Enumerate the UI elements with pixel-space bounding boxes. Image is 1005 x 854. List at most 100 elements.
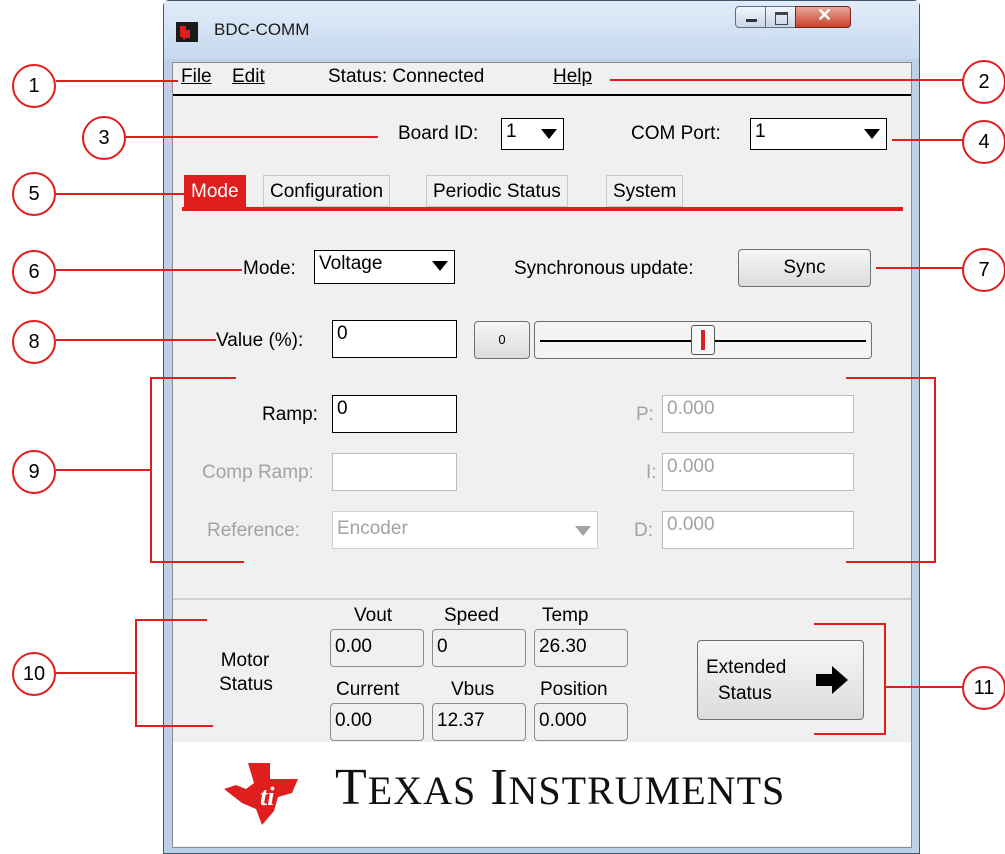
p-value: 0.000	[667, 398, 715, 419]
comp-ramp-input[interactable]	[332, 453, 457, 491]
slider-thumb[interactable]	[691, 325, 715, 355]
texas-instruments-wordmark: TEXAS INSTRUMENTS	[335, 759, 786, 816]
sync-label: Synchronous update:	[514, 258, 694, 279]
speed-label: Speed	[444, 605, 499, 626]
temp-value: 26.30	[539, 636, 587, 657]
callout-line	[150, 377, 236, 379]
ramp-value: 0	[337, 398, 348, 419]
current-value: 0.00	[335, 710, 372, 731]
callout-4: 4	[962, 120, 1005, 164]
chevron-down-icon	[541, 129, 557, 139]
ramp-input[interactable]: 0	[332, 395, 457, 433]
chevron-down-icon	[432, 261, 448, 271]
board-id-value: 1	[506, 121, 517, 142]
vout-value-field: 0.00	[330, 629, 424, 667]
position-value-field: 0.000	[534, 703, 628, 741]
i-input[interactable]: 0.000	[662, 453, 854, 491]
com-port-dropdown[interactable]: 1	[750, 118, 887, 150]
extended-status-button[interactable]: Extended Status	[697, 640, 864, 720]
motor-status-title-2: Status	[219, 674, 273, 695]
value-label: Value (%):	[216, 330, 304, 351]
close-button[interactable]: ✕	[795, 5, 851, 28]
callout-line	[150, 561, 244, 563]
callout-line	[846, 377, 936, 379]
sync-button[interactable]: Sync	[738, 249, 871, 287]
value-input[interactable]: 0	[332, 320, 457, 358]
callout-line	[814, 623, 886, 625]
i-label: I:	[646, 462, 657, 483]
callout-line	[846, 561, 936, 563]
callout-7: 7	[962, 248, 1005, 292]
board-id-dropdown[interactable]: 1	[501, 118, 564, 150]
i-value: 0.000	[667, 456, 715, 477]
callout-1: 1	[12, 64, 56, 108]
vout-value: 0.00	[335, 636, 372, 657]
vbus-label: Vbus	[451, 679, 495, 700]
current-value-field: 0.00	[330, 703, 424, 741]
callout-line	[934, 377, 936, 563]
callout-11: 11	[962, 666, 1005, 710]
speed-value: 0	[437, 636, 448, 657]
motor-status-title-1: Motor	[220, 650, 270, 671]
minimize-button[interactable]	[735, 6, 766, 28]
menu-bar	[173, 63, 911, 93]
callout-2: 2	[962, 60, 1005, 104]
com-port-value: 1	[755, 121, 766, 142]
window-title: BDC-COMM	[214, 20, 310, 39]
callout-line	[56, 80, 178, 82]
d-input[interactable]: 0.000	[662, 511, 854, 549]
position-value: 0.000	[539, 710, 587, 731]
panel-divider	[173, 598, 911, 600]
callout-8: 8	[12, 320, 56, 364]
menu-edit[interactable]: Edit	[232, 66, 265, 88]
value-text: 0	[337, 323, 348, 344]
arrow-right-icon	[814, 665, 850, 701]
tab-mode[interactable]: Mode	[184, 175, 246, 207]
chevron-down-icon	[575, 526, 591, 536]
callout-6: 6	[12, 250, 56, 294]
menu-file[interactable]: File	[181, 66, 212, 88]
mode-dropdown[interactable]: Voltage	[314, 250, 455, 284]
reference-label: Reference:	[207, 520, 300, 541]
callout-9: 9	[12, 450, 56, 494]
p-input[interactable]: 0.000	[662, 395, 854, 433]
callout-line	[135, 619, 207, 621]
slider-thumb-marker	[701, 330, 705, 350]
callout-line	[56, 672, 136, 674]
tab-periodic-status[interactable]: Periodic Status	[426, 175, 568, 207]
reference-value: Encoder	[337, 518, 408, 539]
reference-dropdown[interactable]: Encoder	[332, 511, 598, 549]
menu-divider	[173, 94, 911, 96]
callout-line	[135, 725, 213, 727]
tab-configuration[interactable]: Configuration	[263, 175, 391, 207]
temp-value-field: 26.30	[534, 629, 628, 667]
vbus-value: 12.37	[437, 710, 485, 731]
slider-reset-button[interactable]: 0	[474, 321, 530, 359]
callout-line	[892, 139, 966, 141]
chevron-down-icon	[864, 129, 880, 139]
tab-underline	[182, 207, 903, 211]
vout-label: Vout	[354, 605, 393, 626]
maximize-button[interactable]	[765, 6, 796, 28]
texas-instruments-logo: ti	[218, 761, 302, 832]
com-port-label: COM Port:	[631, 123, 721, 144]
callout-line	[56, 193, 186, 195]
callout-line	[884, 686, 966, 688]
callout-10: 10	[12, 652, 56, 696]
mode-label: Mode:	[243, 258, 296, 279]
menu-status[interactable]: Status: Connected	[328, 66, 484, 88]
svg-text:ti: ti	[260, 782, 275, 811]
callout-line	[124, 136, 378, 138]
callout-3: 3	[82, 116, 126, 160]
p-label: P:	[636, 404, 654, 425]
callout-line	[884, 623, 886, 735]
d-label: D:	[634, 520, 653, 541]
maximize-icon	[775, 12, 788, 25]
current-label: Current	[336, 679, 400, 700]
tab-system[interactable]: System	[606, 175, 684, 207]
menu-help[interactable]: Help	[553, 66, 592, 88]
extended-status-label-2: Status	[718, 683, 772, 704]
d-value: 0.000	[667, 514, 715, 535]
board-id-label: Board ID:	[398, 123, 479, 144]
close-icon: ✕	[817, 5, 833, 25]
